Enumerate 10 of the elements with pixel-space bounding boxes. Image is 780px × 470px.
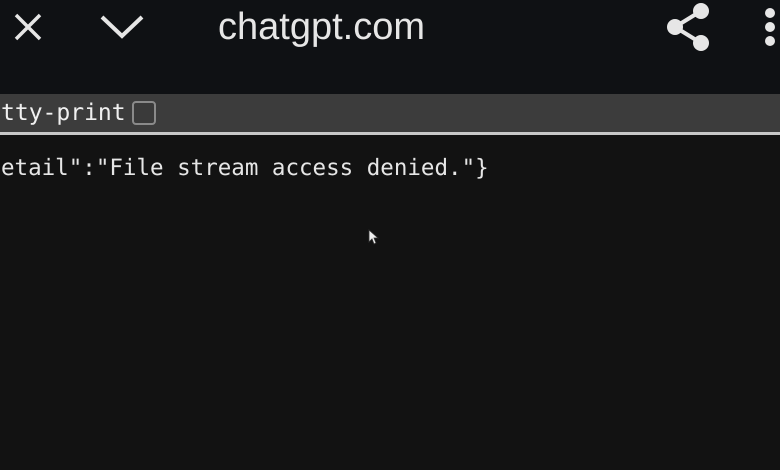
pretty-print-checkbox[interactable] — [132, 101, 156, 125]
share-icon — [665, 2, 711, 52]
page-url: chatgpt.com — [218, 5, 426, 50]
response-text: etail":"File stream access denied."} — [1, 155, 489, 181]
more-icon — [764, 7, 776, 47]
mouse-pointer-icon — [368, 229, 380, 245]
chevron-down-icon — [100, 14, 144, 40]
pretty-print-label: tty-print — [1, 100, 126, 126]
share-button[interactable] — [664, 4, 712, 50]
close-icon — [12, 11, 44, 43]
